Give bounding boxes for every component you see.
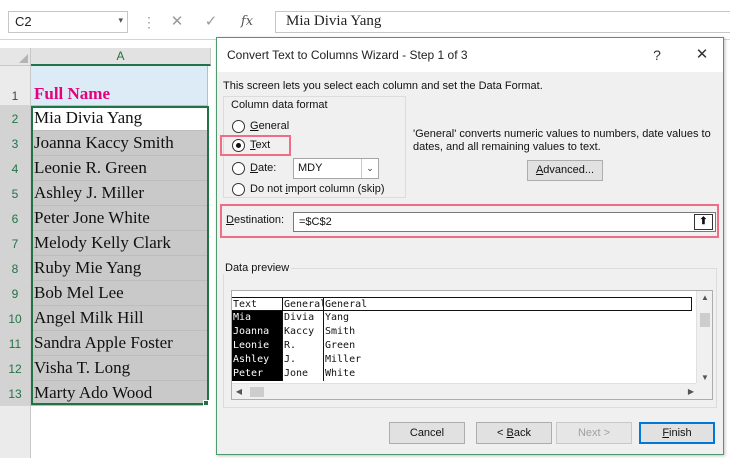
preview-column-3[interactable]: General Yang Smith Green Miller White (323, 297, 692, 381)
select-all-corner[interactable] (0, 48, 31, 66)
back-button[interactable]: < Back (476, 422, 552, 444)
row-header[interactable]: 6 (0, 206, 31, 231)
preview-cell: R. (284, 340, 297, 351)
table-cell[interactable]: Angel Milk Hill (31, 306, 208, 331)
close-icon[interactable]: ✕ (691, 44, 713, 66)
preview-cell: Yang (325, 312, 350, 323)
row-header[interactable]: 9 (0, 281, 31, 306)
data-preview-label: Data preview (223, 262, 292, 274)
preview-horizontal-scrollbar[interactable]: ◀ ▶ (232, 383, 698, 399)
row-header[interactable]: 10 (0, 306, 31, 331)
enter-icon[interactable]: ✓ (200, 12, 222, 32)
row-header[interactable]: 3 (0, 131, 31, 156)
table-cell[interactable]: Melody Kelly Clark (31, 231, 208, 256)
preview-column-1[interactable]: Text Mia Joanna Leonie Ashley Peter (232, 297, 282, 381)
radio-general-label: General (250, 120, 290, 132)
date-format-value: MDY (298, 162, 323, 174)
preview-cell: Leonie (232, 339, 282, 353)
preview-cell: Mia (232, 311, 282, 325)
grip-icon: ⋮ (142, 14, 156, 30)
row-header[interactable]: 2 (0, 106, 31, 131)
table-cell[interactable]: Sandra Apple Foster (31, 331, 208, 356)
table-cell[interactable]: Marty Ado Wood (31, 381, 208, 406)
preview-cell: Smith (325, 326, 356, 337)
table-cell[interactable]: Leonie R. Green (31, 156, 208, 181)
insert-function-icon[interactable]: fx (236, 12, 258, 32)
scroll-up-icon[interactable]: ▲ (697, 291, 712, 305)
column-header-a[interactable]: A (31, 48, 211, 66)
text-to-columns-dialog: Convert Text to Columns Wizard - Step 1 … (216, 37, 724, 455)
scrollbar-thumb[interactable] (250, 387, 264, 397)
table-cell[interactable]: Visha T. Long (31, 356, 208, 381)
formula-input[interactable]: Mia Divia Yang (275, 11, 730, 33)
preview-vertical-scrollbar[interactable]: ▲ ▼ (696, 291, 712, 385)
preview-cell: Joanna (232, 325, 282, 339)
row-header[interactable]: 7 (0, 231, 31, 256)
cancel-button[interactable]: Cancel (389, 422, 465, 444)
dialog-title: Convert Text to Columns Wizard - Step 1 … (227, 48, 468, 62)
destination-label: Destination: (226, 214, 285, 226)
radio-date-circle[interactable] (232, 162, 245, 175)
table-cell[interactable]: Peter Jone White (31, 206, 208, 231)
next-button[interactable]: Next > (556, 422, 632, 444)
preview-grid: Text Mia Joanna Leonie Ashley Peter Gene… (232, 291, 698, 385)
row-header[interactable]: 5 (0, 181, 31, 206)
radio-skip-label: Do not import column (skip) (250, 183, 385, 195)
text-option-highlight (220, 135, 291, 156)
row-header[interactable]: 4 (0, 156, 31, 181)
row-header[interactable]: 11 (0, 331, 31, 356)
scrollbar-corner (696, 383, 712, 399)
name-box[interactable]: C2 ▾ (8, 11, 128, 33)
preview-column-header: General (324, 297, 692, 311)
row-header[interactable]: 8 (0, 256, 31, 281)
preview-column-header: General (283, 297, 323, 311)
preview-column-header: Text (232, 297, 282, 311)
formula-bar: C2 ▾ ⋮ ✕ ✓ fx Mia Divia Yang (0, 0, 730, 40)
preview-cell: Ashley (232, 353, 282, 367)
destination-input[interactable]: =$C$2 (293, 212, 716, 232)
cell-a2[interactable]: Mia Divia Yang (31, 106, 208, 131)
table-cell[interactable]: Ruby Mie Yang (31, 256, 208, 281)
excel-window: C2 ▾ ⋮ ✕ ✓ fx Mia Divia Yang A 1 Full Na… (0, 0, 730, 458)
preview-cell: Kaccy (284, 326, 315, 337)
table-cell[interactable]: Joanna Kaccy Smith (31, 131, 208, 156)
scroll-left-icon[interactable]: ◀ (232, 384, 246, 399)
worksheet: A 1 Full Name 2 Mia Divia Yang 3 Joanna … (0, 48, 220, 458)
cell-a1[interactable]: Full Name (31, 66, 208, 106)
fill-handle[interactable] (203, 400, 209, 406)
preview-cell: J. (284, 354, 297, 365)
select-all-triangle-icon (19, 54, 28, 63)
table-cell[interactable]: Ashley J. Miller (31, 181, 208, 206)
preview-cell: Jone (284, 368, 309, 379)
radio-skip-circle[interactable] (232, 183, 245, 196)
preview-column-2[interactable]: General Divia Kaccy R. J. Jone (282, 297, 323, 381)
format-group-label: Column data format (231, 99, 328, 111)
row-header[interactable]: 12 (0, 356, 31, 381)
cancel-icon[interactable]: ✕ (166, 12, 188, 32)
scrollbar-thumb[interactable] (700, 313, 710, 327)
row-header[interactable]: 13 (0, 381, 31, 406)
finish-button[interactable]: Finish (639, 422, 715, 444)
help-icon[interactable]: ? (647, 45, 667, 65)
dialog-title-bar[interactable]: Convert Text to Columns Wizard - Step 1 … (217, 38, 723, 72)
preview-cell: Peter (232, 367, 282, 381)
preview-cell: Miller (325, 354, 362, 365)
radio-general-circle[interactable] (232, 120, 245, 133)
chevron-down-icon[interactable]: ▾ (118, 15, 123, 26)
collapse-dialog-icon[interactable]: ⬆ (694, 214, 713, 230)
data-preview-box[interactable]: Text Mia Joanna Leonie Ashley Peter Gene… (231, 290, 713, 400)
dialog-description: This screen lets you select each column … (223, 80, 543, 92)
preview-cell: Green (325, 340, 356, 351)
radio-date-label: Date: (250, 162, 277, 174)
name-box-value: C2 (15, 14, 32, 29)
chevron-down-icon[interactable]: ⌄ (361, 159, 378, 178)
row-header-empty (0, 406, 31, 458)
general-format-note: 'General' converts numeric values to num… (413, 128, 711, 153)
table-cell[interactable]: Bob Mel Lee (31, 281, 208, 306)
advanced-button[interactable]: Advanced... (527, 160, 603, 181)
date-format-select[interactable]: MDY ⌄ (293, 158, 379, 179)
preview-cell: Divia (284, 312, 315, 323)
row-header[interactable]: 1 (0, 66, 31, 106)
preview-cell: White (325, 368, 356, 379)
